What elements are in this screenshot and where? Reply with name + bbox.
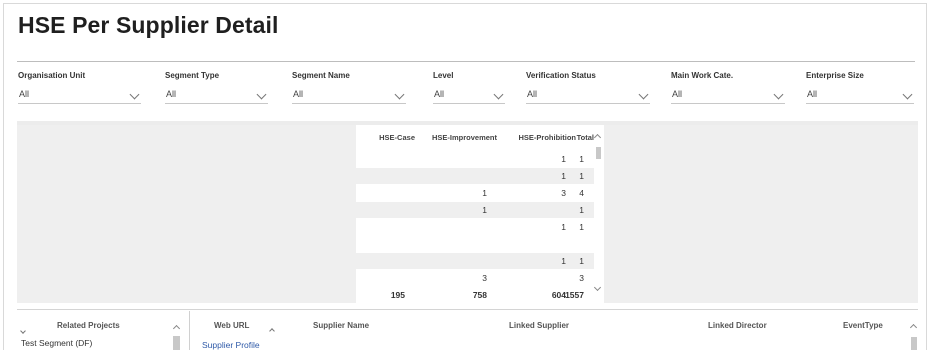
matrix-cell: 3 (561, 188, 566, 198)
filter-dropdown[interactable]: All (165, 88, 268, 104)
matrix-cell: 1 (561, 256, 566, 266)
list-item[interactable]: Test Segment (DF) (21, 338, 92, 348)
section-divider (17, 309, 918, 310)
matrix-row: 33 (356, 270, 594, 286)
scroll-thumb[interactable] (911, 337, 917, 350)
matrix-cell: 1 (579, 205, 584, 215)
related-projects-slicer: Related Projects Test Segment (DF) (17, 311, 186, 350)
page-title: HSE Per Supplier Detail (18, 12, 279, 38)
chevron-down-icon[interactable] (902, 89, 913, 100)
filter-dropdown[interactable]: All (292, 88, 406, 104)
filter-label: Organisation Unit (18, 71, 86, 80)
filter-value: All (672, 89, 683, 99)
hse-matrix: HSE-Case HSE-Improvement HSE-Prohibition… (356, 125, 604, 303)
filter-enterprise-size[interactable]: Enterprise Size All (806, 71, 914, 104)
matrix-row: 11 (356, 151, 594, 167)
chevron-down-icon[interactable] (773, 89, 784, 100)
matrix-cell: 1 (579, 154, 584, 164)
matrix-row: 11 (356, 219, 594, 237)
chevron-down-icon[interactable] (638, 89, 649, 100)
chevron-down-icon[interactable] (493, 89, 504, 100)
filter-level[interactable]: Level All (433, 71, 505, 104)
matrix-header-hse-improvement[interactable]: HSE-Improvement (432, 133, 497, 142)
filter-value: All (166, 89, 177, 99)
matrix-cell: 1 (579, 171, 584, 181)
related-projects-header[interactable]: Related Projects (57, 321, 120, 330)
matrix-cell: 1 (579, 222, 584, 232)
matrix-header-hse-case[interactable]: HSE-Case (379, 133, 415, 142)
matrix-cell: 1 (561, 171, 566, 181)
filter-dropdown[interactable]: All (18, 88, 141, 104)
filter-verification-status[interactable]: Verification Status All (526, 71, 650, 104)
scroll-up-icon[interactable] (593, 133, 602, 142)
matrix-row: 11 (356, 202, 594, 218)
matrix-cell: 1 (482, 188, 487, 198)
blank-visual-right (604, 125, 918, 303)
filter-value: All (527, 89, 538, 99)
matrix-cell: 1 (579, 256, 584, 266)
column-header-web-url[interactable]: Web URL (214, 321, 249, 330)
supplier-profile-link[interactable]: Supplier Profile (202, 340, 260, 350)
blank-visual-left (17, 125, 356, 303)
panel-divider (189, 311, 190, 350)
chevron-down-icon[interactable] (129, 89, 140, 100)
matrix-row (356, 238, 594, 252)
scroll-down-icon[interactable] (593, 283, 602, 292)
matrix-header-hse-prohibition[interactable]: HSE-Prohibition (519, 133, 577, 142)
matrix-cell: 1 (482, 205, 487, 215)
matrix-row: 11 (356, 168, 594, 184)
filter-dropdown[interactable]: All (526, 88, 650, 104)
filter-value: All (434, 89, 445, 99)
matrix-total-row: 195 758 604 1557 (356, 288, 594, 302)
matrix-total-cell: 195 (390, 290, 405, 300)
title-divider (17, 61, 915, 62)
matrix-row: 1 3 4 (356, 185, 594, 201)
filter-value: All (807, 89, 818, 99)
column-header-linked-supplier[interactable]: Linked Supplier (509, 321, 569, 330)
filter-label: Enterprise Size (806, 71, 864, 80)
column-header-event-type[interactable]: EventType (843, 321, 883, 330)
matrix-cell: 3 (482, 273, 487, 283)
filter-value: All (293, 89, 304, 99)
matrix-header-total[interactable]: Total (577, 133, 594, 142)
filter-label: Main Work Cate. (671, 71, 734, 80)
matrix-row: 11 (356, 253, 594, 269)
filter-label: Level (433, 71, 454, 80)
matrix-cell: 1 (561, 154, 566, 164)
filter-label: Verification Status (526, 71, 596, 80)
filter-segment-name[interactable]: Segment Name All (292, 71, 406, 104)
filter-segment-type[interactable]: Segment Type All (165, 71, 268, 104)
scroll-thumb[interactable] (173, 336, 180, 350)
matrix-cell: 3 (579, 273, 584, 283)
filter-label: Segment Type (165, 71, 220, 80)
chevron-down-icon[interactable] (256, 89, 267, 100)
matrix-cell: 1 (561, 222, 566, 232)
scroll-thumb[interactable] (596, 147, 601, 159)
column-header-linked-director[interactable]: Linked Director (708, 321, 767, 330)
filter-dropdown[interactable]: All (806, 88, 914, 104)
sort-down-icon[interactable] (20, 328, 26, 334)
matrix-total-cell: 604 (551, 290, 566, 300)
column-header-supplier-name[interactable]: Supplier Name (313, 321, 369, 330)
filter-dropdown[interactable]: All (433, 88, 505, 104)
filter-dropdown[interactable]: All (671, 88, 785, 104)
table-row (198, 337, 906, 350)
scroll-up-icon[interactable] (172, 324, 181, 333)
filter-main-work-category[interactable]: Main Work Cate. All (671, 71, 785, 104)
matrix-total-cell: 1557 (565, 290, 584, 300)
filter-value: All (19, 89, 30, 99)
chevron-down-icon[interactable] (394, 89, 405, 100)
matrix-cell: 4 (579, 188, 584, 198)
filter-label: Segment Name (292, 71, 350, 80)
filter-organisation-unit[interactable]: Organisation Unit All (18, 71, 141, 104)
matrix-scrollbar[interactable] (593, 133, 602, 292)
matrix-total-cell: 758 (472, 290, 487, 300)
